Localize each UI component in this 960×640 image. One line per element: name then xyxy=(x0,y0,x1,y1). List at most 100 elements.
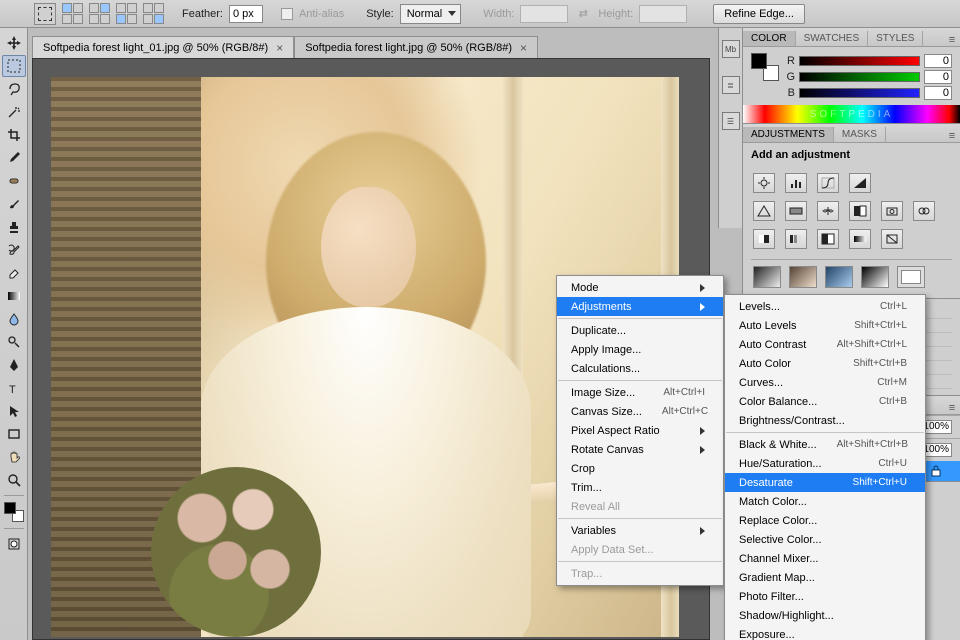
menu-item[interactable]: Color Balance...Ctrl+B xyxy=(725,392,925,411)
selection-mode-subtract[interactable] xyxy=(116,3,137,24)
adj-exposure-icon[interactable] xyxy=(849,173,871,193)
dock-info-icon[interactable]: ☰ xyxy=(722,112,740,130)
tool-healing[interactable] xyxy=(2,170,26,192)
tool-eyedropper[interactable] xyxy=(2,147,26,169)
menu-item[interactable]: Shadow/Highlight... xyxy=(725,606,925,625)
menu-item[interactable]: Replace Color... xyxy=(725,511,925,530)
tab-color[interactable]: COLOR xyxy=(743,31,796,46)
tool-stamp[interactable] xyxy=(2,216,26,238)
channel-g-slider[interactable] xyxy=(799,72,920,82)
color-spectrum[interactable]: SOFTPEDIA xyxy=(743,105,960,123)
adj-curves-icon[interactable] xyxy=(817,173,839,193)
menu-item[interactable]: Levels...Ctrl+L xyxy=(725,297,925,316)
foreground-background-swatch[interactable] xyxy=(2,500,26,524)
menu-item[interactable]: Trim... xyxy=(557,478,723,497)
channel-b-slider[interactable] xyxy=(799,88,920,98)
menu-item[interactable]: DesaturateShift+Ctrl+U xyxy=(725,473,925,492)
tool-dodge[interactable] xyxy=(2,331,26,353)
tool-pen[interactable] xyxy=(2,354,26,376)
selection-mode-intersect[interactable] xyxy=(143,3,164,24)
menu-item[interactable]: Calculations... xyxy=(557,359,723,378)
tab-styles[interactable]: STYLES xyxy=(868,31,923,46)
tool-hand[interactable] xyxy=(2,446,26,468)
channel-r-input[interactable] xyxy=(924,54,952,68)
tab-masks[interactable]: MASKS xyxy=(834,127,886,142)
close-icon[interactable]: × xyxy=(520,41,527,55)
menu-item[interactable]: Canvas Size...Alt+Ctrl+C xyxy=(557,402,723,421)
menu-item[interactable]: Selective Color... xyxy=(725,530,925,549)
tool-type[interactable]: T xyxy=(2,377,26,399)
menu-item[interactable]: Auto LevelsShift+Ctrl+L xyxy=(725,316,925,335)
tool-crop[interactable] xyxy=(2,124,26,146)
preset-3[interactable] xyxy=(825,266,853,288)
tool-blur[interactable] xyxy=(2,308,26,330)
tool-path-select[interactable] xyxy=(2,400,26,422)
menu-item[interactable]: Variables xyxy=(557,521,723,540)
menu-item[interactable]: Curves...Ctrl+M xyxy=(725,373,925,392)
panel-menu-icon[interactable]: ≡ xyxy=(944,130,960,142)
menu-item[interactable]: Auto ColorShift+Ctrl+B xyxy=(725,354,925,373)
channel-r-slider[interactable] xyxy=(799,56,920,66)
tool-wand[interactable] xyxy=(2,101,26,123)
feather-input[interactable] xyxy=(229,5,263,23)
refine-edge-button[interactable]: Refine Edge... xyxy=(713,4,805,24)
tool-lasso[interactable] xyxy=(2,78,26,100)
selection-mode-new[interactable] xyxy=(62,3,83,24)
color-fg-bg-swatch[interactable] xyxy=(751,53,779,81)
menu-item[interactable]: Pixel Aspect Ratio xyxy=(557,421,723,440)
adj-invert-icon[interactable] xyxy=(753,229,775,249)
tab-swatches[interactable]: SWATCHES xyxy=(796,31,869,46)
tool-eraser[interactable] xyxy=(2,262,26,284)
channel-b-input[interactable] xyxy=(924,86,952,100)
document-tab-1[interactable]: Softpedia forest light.jpg @ 50% (RGB/8#… xyxy=(294,36,538,58)
panel-menu-icon[interactable]: ≡ xyxy=(944,34,960,46)
tool-marquee[interactable] xyxy=(2,55,26,77)
tool-preset-icon[interactable] xyxy=(34,3,56,25)
adj-brightness-icon[interactable] xyxy=(753,173,775,193)
menu-item[interactable]: Rotate Canvas xyxy=(557,440,723,459)
menu-item[interactable]: Crop xyxy=(557,459,723,478)
close-icon[interactable]: × xyxy=(276,41,283,55)
menu-item[interactable]: Photo Filter... xyxy=(725,587,925,606)
menu-item[interactable]: Adjustments xyxy=(557,297,723,316)
preset-1[interactable] xyxy=(753,266,781,288)
adj-levels-icon[interactable] xyxy=(785,173,807,193)
menu-item[interactable]: Channel Mixer... xyxy=(725,549,925,568)
adj-channelmixer-icon[interactable] xyxy=(913,201,935,221)
tool-zoom[interactable] xyxy=(2,469,26,491)
tool-gradient[interactable] xyxy=(2,285,26,307)
tool-history-brush[interactable] xyxy=(2,239,26,261)
preset-5[interactable] xyxy=(897,266,925,288)
menu-item[interactable]: Hue/Saturation...Ctrl+U xyxy=(725,454,925,473)
menu-item[interactable]: Mode xyxy=(557,278,723,297)
panel-menu-icon[interactable]: ≡ xyxy=(944,402,960,414)
tool-brush[interactable] xyxy=(2,193,26,215)
adj-selective-icon[interactable] xyxy=(881,229,903,249)
adj-posterize-icon[interactable] xyxy=(785,229,807,249)
adj-threshold-icon[interactable] xyxy=(817,229,839,249)
dock-histogram-icon[interactable]: ≣ xyxy=(722,76,740,94)
menu-item[interactable]: Gradient Map... xyxy=(725,568,925,587)
adj-hue-icon[interactable] xyxy=(785,201,807,221)
tab-adjustments[interactable]: ADJUSTMENTS xyxy=(743,127,834,142)
menu-item[interactable]: Black & White...Alt+Shift+Ctrl+B xyxy=(725,435,925,454)
menu-item[interactable]: Match Color... xyxy=(725,492,925,511)
tool-move[interactable] xyxy=(2,32,26,54)
menu-item[interactable]: Image Size...Alt+Ctrl+I xyxy=(557,383,723,402)
menu-item[interactable]: Apply Image... xyxy=(557,340,723,359)
adj-balance-icon[interactable] xyxy=(817,201,839,221)
menu-item[interactable]: Brightness/Contrast... xyxy=(725,411,925,430)
channel-g-input[interactable] xyxy=(924,70,952,84)
menu-item[interactable]: Auto ContrastAlt+Shift+Ctrl+L xyxy=(725,335,925,354)
adj-photofilter-icon[interactable] xyxy=(881,201,903,221)
quickmask-toggle[interactable] xyxy=(2,533,26,555)
style-dropdown[interactable]: Normal xyxy=(400,4,461,24)
tool-shape[interactable] xyxy=(2,423,26,445)
adj-bw-icon[interactable] xyxy=(849,201,871,221)
preset-4[interactable] xyxy=(861,266,889,288)
document-tab-0[interactable]: Softpedia forest light_01.jpg @ 50% (RGB… xyxy=(32,36,294,58)
preset-2[interactable] xyxy=(789,266,817,288)
adj-vibrance-icon[interactable] xyxy=(753,201,775,221)
adj-gradientmap-icon[interactable] xyxy=(849,229,871,249)
menu-item[interactable]: Duplicate... xyxy=(557,321,723,340)
